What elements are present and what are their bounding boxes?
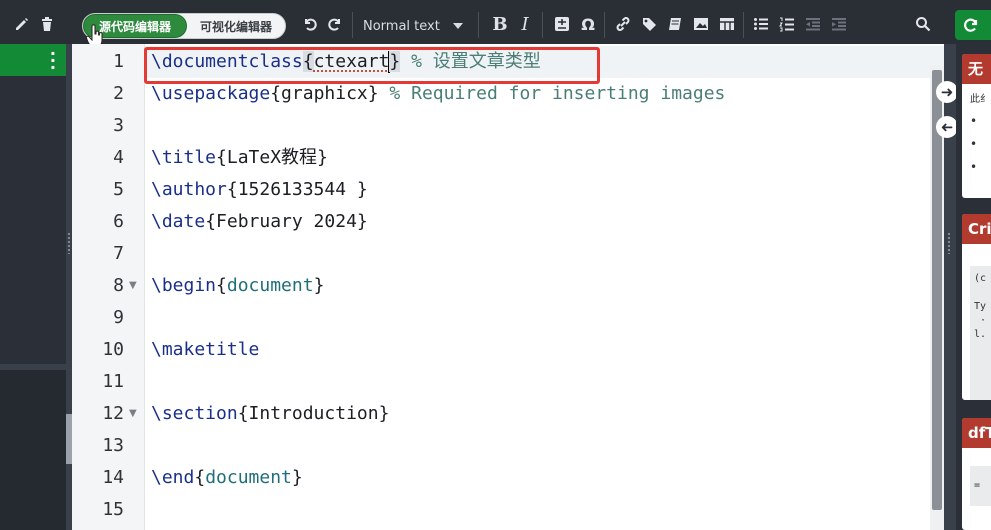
pencil-icon[interactable] (12, 14, 32, 34)
file-tree-panel: · · · (0, 44, 66, 530)
link-icon[interactable] (613, 14, 633, 34)
latex-command: \author (151, 179, 227, 200)
line-number: 2 (113, 83, 124, 104)
drag-handle-icon[interactable] (947, 232, 951, 254)
outdent-icon[interactable] (803, 14, 823, 34)
line-number: 1 (113, 51, 124, 72)
line-number: 5 (113, 179, 124, 200)
brace: { (194, 467, 206, 488)
code-line-4[interactable]: \title{LaTeX教程} (151, 142, 328, 174)
latex-argument: {1526133544 } (226, 179, 368, 200)
line-number: 7 (113, 243, 124, 264)
latex-environment: document (226, 275, 314, 296)
line-number: 6 (113, 211, 124, 232)
log-entry-title: 无 (962, 54, 991, 84)
table-icon[interactable] (717, 14, 737, 34)
line-number: 15 (102, 499, 124, 520)
drag-handle-icon[interactable] (67, 232, 71, 254)
arrow-left-icon[interactable]: ➜ (936, 116, 958, 138)
line-number: 4 (113, 147, 124, 168)
outline-panel (0, 364, 66, 530)
latex-command: \title (151, 147, 217, 168)
toolbar-divider (478, 12, 479, 38)
file-tree-header: · · · (0, 44, 66, 76)
log-entry[interactable]: Cri (c Ty · l. (962, 214, 991, 400)
line-number: 10 (102, 339, 124, 360)
image-icon[interactable] (691, 14, 711, 34)
latex-argument: {Introduction} (237, 403, 390, 424)
math-icon[interactable] (552, 14, 572, 34)
brace: } (291, 467, 303, 488)
indent-icon[interactable] (829, 14, 849, 34)
undo-icon[interactable] (300, 14, 320, 34)
editor-mode-switch: 源代码编辑器 可视化编辑器 (82, 13, 286, 39)
log-entry-code: (c Ty · l. (970, 266, 991, 400)
bullet-list-icon[interactable] (751, 14, 771, 34)
line-number: 14 (102, 467, 124, 488)
refresh-icon (964, 18, 978, 32)
code-line-6[interactable]: \date{February 2024} (151, 206, 368, 238)
brace: } (313, 275, 325, 296)
log-entry[interactable]: dfT = (962, 418, 991, 530)
line-number: 11 (102, 371, 124, 392)
editor-toolbar: 源代码编辑器 可视化编辑器 Normal text B I Ω (0, 0, 991, 48)
recompile-button[interactable] (955, 10, 991, 40)
tag-icon[interactable] (639, 14, 659, 34)
more-options-icon[interactable]: · · · (50, 46, 56, 76)
chevron-down-icon (453, 23, 463, 29)
toolbar-divider (542, 12, 543, 38)
toolbar-divider (743, 12, 744, 38)
bullet: • (970, 137, 978, 151)
latex-command: \begin (151, 275, 217, 296)
latex-command: \maketitle (151, 339, 260, 360)
brace: { (216, 275, 227, 296)
bullet: • (970, 114, 978, 128)
visual-editor-button[interactable]: 可视化编辑器 (187, 14, 285, 38)
toolbar-divider (604, 12, 605, 38)
log-entry-bullets: • • • (962, 106, 991, 179)
bullet: • (970, 160, 978, 174)
line-number: 8 (113, 275, 124, 296)
log-entry-title: dfT (962, 418, 991, 448)
toolbar-divider (352, 12, 353, 38)
line-number: 9 (113, 307, 124, 328)
code-line-10[interactable]: \maketitle (151, 334, 259, 366)
latex-environment: document (205, 467, 292, 488)
numbered-list-icon[interactable] (777, 14, 797, 34)
symbol-omega-icon[interactable]: Ω (578, 14, 598, 34)
line-number: 12 (102, 403, 124, 424)
italic-icon[interactable]: I (515, 14, 535, 35)
code-editor[interactable]: 1 2 3 4 5 6 7 8 9 10 11 12 13 14 15 ▼ ▼ … (72, 44, 944, 530)
fold-arrow-icon[interactable]: ▼ (129, 398, 139, 430)
latex-argument: {graphicx} (270, 83, 379, 104)
code-line-14[interactable]: \end{document} (151, 462, 303, 494)
line-number: 3 (113, 115, 124, 136)
latex-argument: {LaTeX教程} (216, 147, 328, 168)
log-entry-title: Cri (962, 214, 991, 244)
latex-comment: % Required for inserting images (378, 83, 726, 104)
code-line-5[interactable]: \author{1526133544 } (151, 174, 368, 206)
search-icon[interactable] (913, 14, 933, 34)
redo-icon[interactable] (325, 14, 345, 34)
line-number: 13 (102, 435, 124, 456)
code-line-12[interactable]: \section{Introduction} (151, 398, 389, 430)
latex-argument: {February 2024} (205, 211, 368, 232)
code-line-8[interactable]: \begin{document} (151, 270, 324, 302)
log-entry-text: 此纟 (970, 94, 990, 105)
compile-log-panel: 无 此纟 • • • Cri (c Ty · l. dfT = (956, 44, 991, 530)
text-format-value: Normal text (363, 18, 440, 34)
log-entry-code: = (970, 466, 991, 506)
latex-command: \usepackage (151, 83, 271, 104)
annotation-highlight-box (144, 47, 600, 84)
fold-arrow-icon[interactable]: ▼ (129, 270, 139, 302)
bold-icon[interactable]: B (490, 14, 510, 35)
latex-command: \date (151, 211, 206, 232)
arrow-right-icon[interactable]: ➜ (936, 81, 958, 103)
book-icon[interactable] (665, 14, 685, 34)
latex-command: \section (151, 403, 238, 424)
latex-command: \end (151, 467, 195, 488)
trash-icon[interactable] (37, 14, 57, 34)
text-format-select[interactable]: Normal text (355, 16, 471, 36)
log-entry[interactable]: 无 此纟 • • • (962, 54, 991, 198)
